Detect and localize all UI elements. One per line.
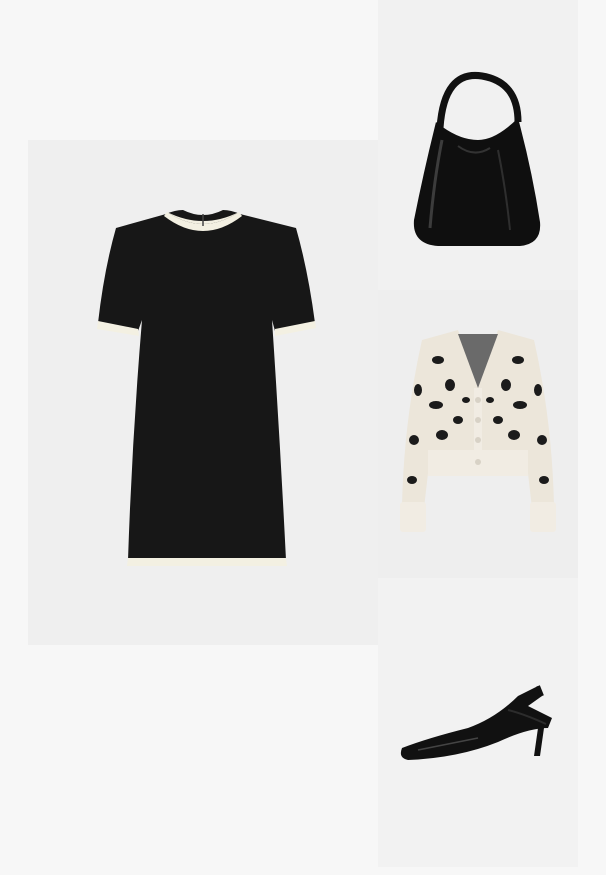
shoe-product-tile[interactable] xyxy=(378,578,578,867)
cardigan-image xyxy=(400,330,556,532)
dress-product-tile[interactable] xyxy=(28,140,378,645)
cardigan-product-tile[interactable] xyxy=(378,290,578,578)
bag-image xyxy=(413,71,541,246)
dress-image xyxy=(97,210,316,566)
bag-product-tile[interactable] xyxy=(378,0,578,290)
shoe-image xyxy=(400,685,552,760)
